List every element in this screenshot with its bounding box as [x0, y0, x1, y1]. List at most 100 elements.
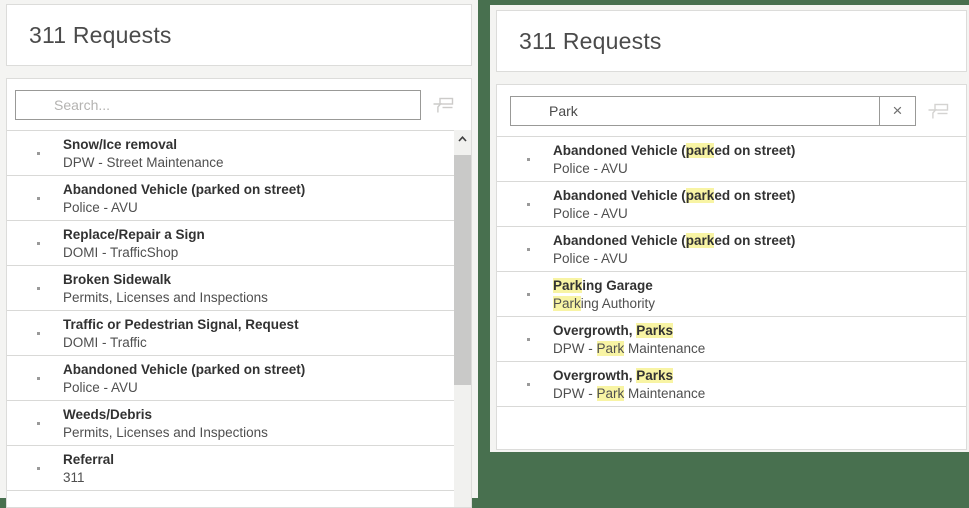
plain-text: Overgrowth,	[553, 322, 637, 338]
plain-text: Maintenance	[624, 340, 706, 356]
filter-icon	[928, 103, 949, 118]
highlighted-match-text: park	[685, 187, 715, 203]
scrollbar-thumb[interactable]	[454, 155, 471, 385]
item-title: Traffic or Pedestrian Signal, Request	[63, 316, 299, 332]
list-item[interactable]: Overgrowth, Parks DPW - Park Maintenance	[497, 317, 966, 362]
highlighted-match-text: park	[685, 142, 715, 158]
highlighted-match-text: Parks	[636, 367, 674, 383]
search-box: ×	[510, 96, 916, 126]
item-subtitle: Police - AVU	[553, 160, 795, 177]
plain-text: Abandoned Vehicle (	[553, 142, 686, 158]
plain-text: Overgrowth,	[553, 367, 637, 383]
list-item[interactable]: Overgrowth, Parks DPW - Park Maintenance	[497, 362, 966, 407]
search-input[interactable]	[511, 97, 879, 125]
item-title: Parking Garage	[553, 277, 655, 295]
bullet-dot-icon	[527, 337, 530, 341]
list-item[interactable]: Traffic or Pedestrian Signal, Request DOM…	[7, 311, 454, 356]
clear-search-button[interactable]: ×	[879, 97, 915, 125]
bullet-dot-icon	[37, 331, 40, 335]
list-item[interactable]: Abandoned Vehicle (parked on street) Poli…	[497, 182, 966, 227]
bullet-dot-icon	[37, 286, 40, 290]
item-title: Weeds/Debris	[63, 406, 153, 422]
bullet-dot-icon	[527, 157, 530, 161]
item-subtitle: DOMI - TrafficShop	[63, 244, 179, 260]
search-input[interactable]	[16, 91, 420, 119]
plain-text: DPW -	[553, 385, 597, 401]
item-title: Abandoned Vehicle (parked on street)	[63, 361, 306, 377]
filter-list-card: Snow/Ice removal DPW - Street Maintenance…	[6, 78, 472, 508]
plain-text: ing Authority	[580, 295, 656, 311]
search-row: ×	[497, 85, 966, 136]
list-item[interactable]: Abandoned Vehicle (parked on street) Poli…	[497, 227, 966, 272]
highlighted-match-text: Park	[596, 385, 625, 401]
item-title: Replace/Repair a Sign	[63, 226, 205, 242]
filter-icon	[433, 97, 454, 112]
list-item[interactable]: Abandoned Vehicle (parked on street) Poli…	[7, 356, 454, 401]
list-item[interactable]: Parking Garage Parking Authority	[497, 272, 966, 317]
results-list-left: Snow/Ice removal DPW - Street Maintenance…	[7, 130, 454, 491]
bullet-dot-icon	[37, 466, 40, 470]
highlighted-match-text: Park	[553, 295, 581, 311]
bullet-dot-icon	[37, 196, 40, 200]
bullet-dot-icon	[527, 247, 530, 251]
item-title: Referral	[63, 451, 115, 467]
list-item[interactable]: Abandoned Vehicle (parked on street) Poli…	[497, 137, 966, 182]
item-subtitle: DPW - Street Maintenance	[63, 154, 224, 170]
item-subtitle: Permits, Licenses and Inspections	[63, 424, 268, 440]
item-subtitle: DPW - Park Maintenance	[553, 385, 705, 402]
close-icon: ×	[892, 101, 903, 120]
search-box	[15, 90, 421, 120]
bullet-dot-icon	[527, 382, 530, 386]
item-subtitle: Parking Authority	[553, 295, 655, 312]
bullet-dot-icon	[37, 241, 40, 245]
widget-header: 311 Requests	[496, 10, 967, 72]
requests-widget-filtered: 311 Requests × Abandoned Vehicle (pa	[490, 5, 969, 452]
highlighted-match-text: Park	[553, 277, 583, 293]
bullet-dot-icon	[527, 202, 530, 206]
plain-text: DPW -	[553, 340, 597, 356]
requests-widget-unfiltered: 311 Requests Snow/Ice removal DPW - Stree…	[0, 0, 478, 508]
plain-text: Abandoned Vehicle (	[553, 187, 686, 203]
filter-button[interactable]	[916, 96, 960, 126]
plain-text: ed on street)	[714, 187, 796, 203]
plain-text: ed on street)	[714, 142, 796, 158]
list-item[interactable]: Weeds/Debris Permits, Licenses and Inspec…	[7, 401, 454, 446]
plain-text: ed on street)	[714, 232, 796, 248]
item-subtitle: Police - AVU	[63, 199, 138, 215]
item-title: Broken Sidewalk	[63, 271, 172, 287]
item-title: Abandoned Vehicle (parked on street)	[553, 187, 795, 205]
highlighted-match-text: Park	[596, 340, 625, 356]
search-row	[7, 79, 471, 130]
highlighted-match-text: Parks	[636, 322, 674, 338]
plain-text: Abandoned Vehicle (	[553, 232, 686, 248]
bullet-dot-icon	[37, 151, 40, 155]
highlighted-match-text: park	[685, 232, 715, 248]
list-item[interactable]: Replace/Repair a Sign DOMI - TrafficShop	[7, 221, 454, 266]
list-item[interactable]: Abandoned Vehicle (parked on street) Poli…	[7, 176, 454, 221]
item-title: Abandoned Vehicle (parked on street)	[63, 181, 306, 197]
item-title: Snow/Ice removal	[63, 136, 178, 152]
widget-header: 311 Requests	[6, 4, 472, 66]
item-subtitle: Police - AVU	[553, 250, 795, 267]
plain-text: Police - AVU	[553, 205, 628, 221]
scrollbar[interactable]	[454, 130, 471, 507]
item-title: Overgrowth, Parks	[553, 322, 705, 340]
results-list-right: Abandoned Vehicle (parked on street) Poli…	[497, 136, 966, 407]
chevron-up-icon	[458, 135, 467, 142]
plain-text: Police - AVU	[553, 160, 628, 176]
plain-text: ing Garage	[582, 277, 653, 293]
filter-button[interactable]	[421, 90, 465, 120]
item-title: Abandoned Vehicle (parked on street)	[553, 232, 795, 250]
item-subtitle: 311	[63, 469, 85, 485]
page-title: 311 Requests	[519, 27, 662, 54]
list-item[interactable]: Broken Sidewalk Permits, Licenses and Ins…	[7, 266, 454, 311]
bullet-dot-icon	[527, 292, 530, 296]
plain-text: Police - AVU	[553, 250, 628, 266]
page-title: 311 Requests	[29, 21, 172, 48]
scroll-up-button[interactable]	[454, 130, 471, 147]
list-item[interactable]: Snow/Ice removal DPW - Street Maintenance	[7, 131, 454, 176]
plain-text: Maintenance	[624, 385, 706, 401]
list-item[interactable]: Referral 311	[7, 446, 454, 491]
item-subtitle: Permits, Licenses and Inspections	[63, 289, 268, 305]
item-subtitle: Police - AVU	[553, 205, 795, 222]
